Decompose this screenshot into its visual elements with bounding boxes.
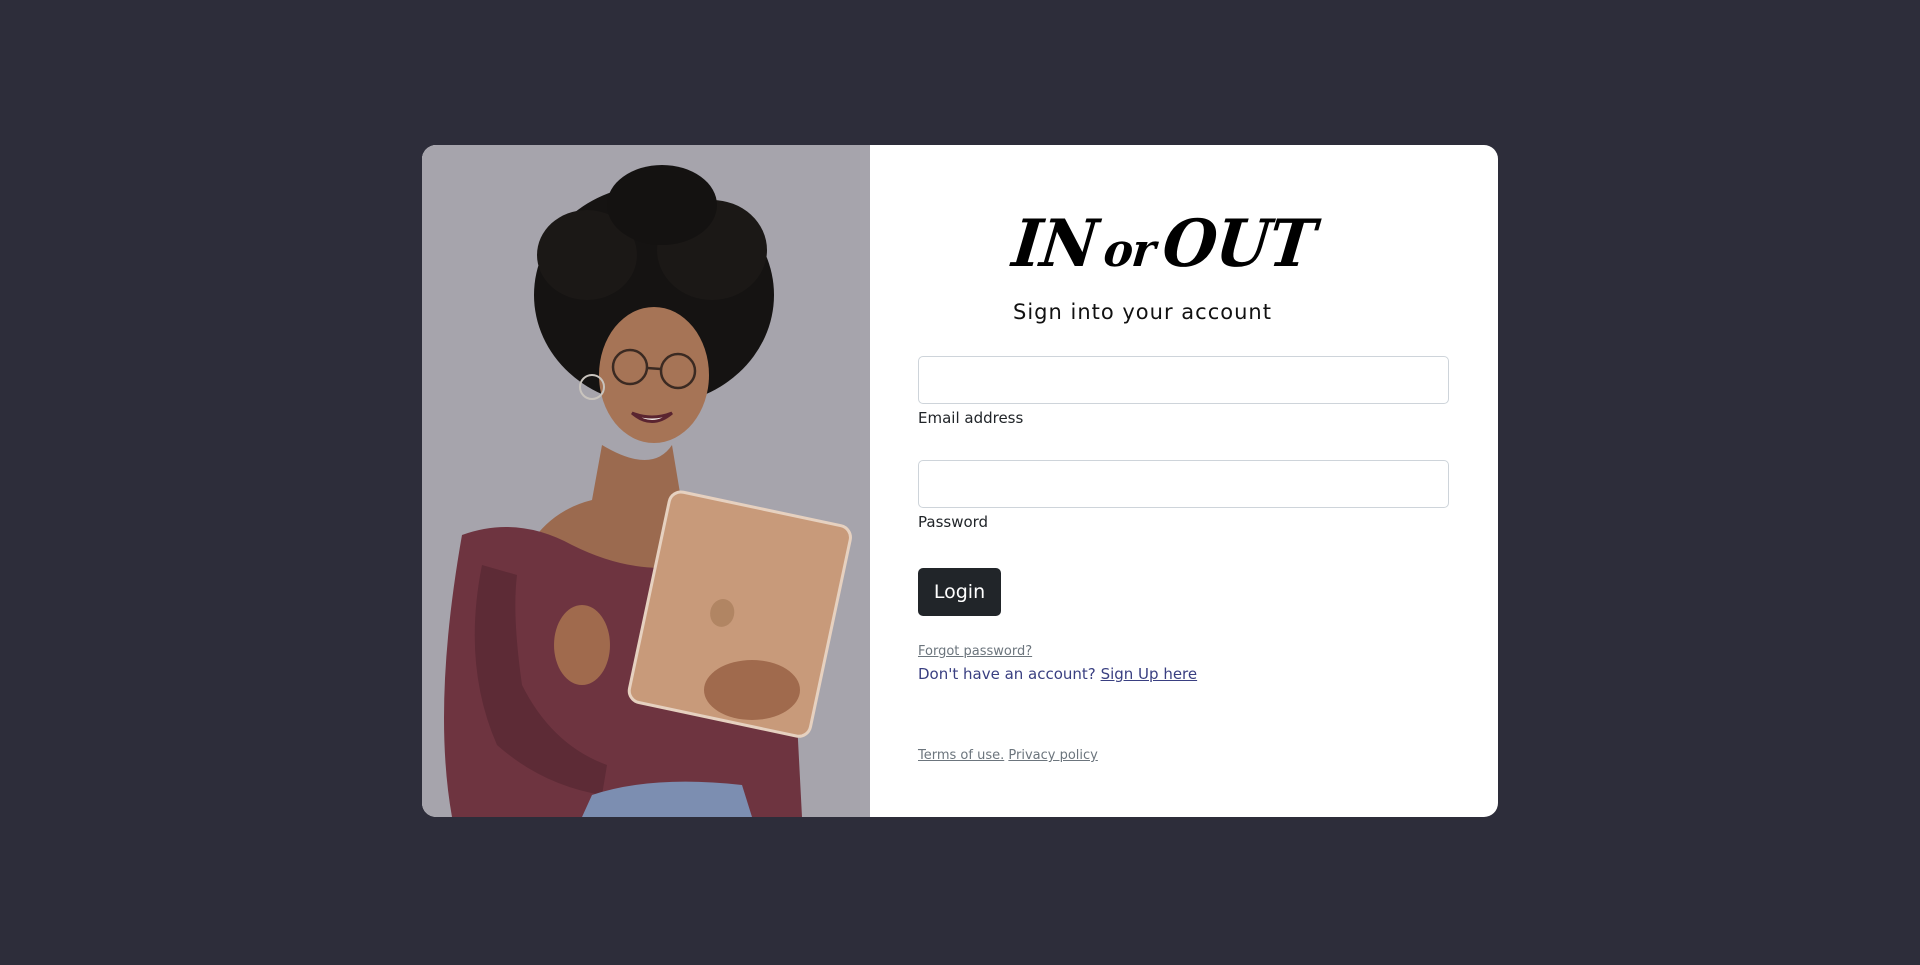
email-label: Email address <box>918 409 1024 427</box>
privacy-policy-link[interactable]: Privacy policy <box>1008 748 1097 763</box>
email-field-group: Email address <box>918 356 1449 427</box>
terms-of-use-link[interactable]: Terms of use. <box>918 748 1004 763</box>
login-form: INorOUT Sign into your account Email add… <box>870 145 1498 817</box>
brand-logo: INorOUT <box>1009 205 1318 282</box>
signup-prompt-text: Don't have an account? <box>918 665 1096 683</box>
signup-link[interactable]: Sign Up here <box>1101 665 1198 683</box>
brand-word-out: OUT <box>1159 205 1319 282</box>
login-button[interactable]: Login <box>918 568 1001 616</box>
password-input[interactable] <box>918 460 1449 508</box>
brand-word-in: IN <box>1008 205 1101 282</box>
forgot-password-link[interactable]: Forgot password? <box>918 644 1032 659</box>
brand-word-or: or <box>1101 224 1158 278</box>
signup-prompt: Don't have an account? Sign Up here <box>918 665 1197 683</box>
password-label: Password <box>918 513 989 531</box>
woman-with-tablet-illustration <box>422 145 870 817</box>
password-field-group: Password <box>918 460 1449 531</box>
email-input[interactable] <box>918 356 1449 404</box>
legal-links: Terms of use. Privacy policy <box>918 748 1098 763</box>
login-card: INorOUT Sign into your account Email add… <box>422 145 1498 817</box>
page-subtitle: Sign into your account <box>1013 300 1272 324</box>
hero-photo <box>422 145 870 817</box>
